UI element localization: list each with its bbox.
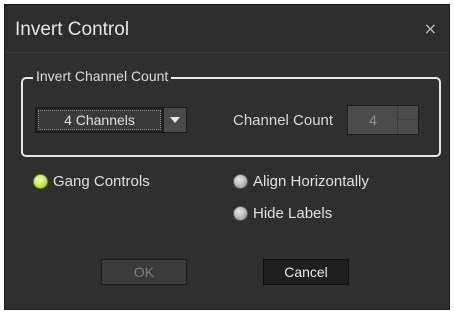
radio-off-icon[interactable] [233, 174, 248, 189]
cancel-button[interactable]: Cancel [263, 259, 349, 285]
close-icon[interactable]: × [424, 19, 437, 38]
channel-count-spinbox[interactable]: 4 [347, 105, 419, 135]
gang-controls-option[interactable]: Gang Controls [33, 173, 150, 190]
align-horizontally-label: Align Horizontally [253, 173, 369, 190]
channels-dropdown[interactable]: 4 Channels [35, 107, 187, 133]
spin-up-icon[interactable] [398, 106, 418, 120]
spin-down-icon[interactable] [398, 120, 418, 133]
dialog-title: Invert Control [15, 19, 130, 40]
channel-count-value: 4 [369, 112, 377, 128]
hide-labels-label: Hide Labels [253, 205, 333, 222]
radio-on-icon[interactable] [33, 174, 48, 189]
triangle-down-icon[interactable] [163, 108, 186, 132]
invert-control-dialog: Invert Control × Invert Channel Count 4 … [4, 4, 450, 310]
align-horizontally-option[interactable]: Align Horizontally [233, 173, 369, 190]
spin-arrows[interactable] [397, 106, 418, 134]
hide-labels-option[interactable]: Hide Labels [233, 205, 332, 222]
group-legend: Invert Channel Count [33, 68, 172, 84]
channels-dropdown-value: 4 Channels [38, 110, 161, 130]
channel-count-label: Channel Count [233, 112, 334, 129]
title-bar: Invert Control × [5, 5, 449, 53]
gang-controls-label: Gang Controls [53, 173, 150, 190]
ok-button[interactable]: OK [101, 259, 187, 285]
invert-channel-count-group: Invert Channel Count 4 Channels Channel … [21, 68, 441, 157]
radio-off-icon[interactable] [233, 206, 248, 221]
